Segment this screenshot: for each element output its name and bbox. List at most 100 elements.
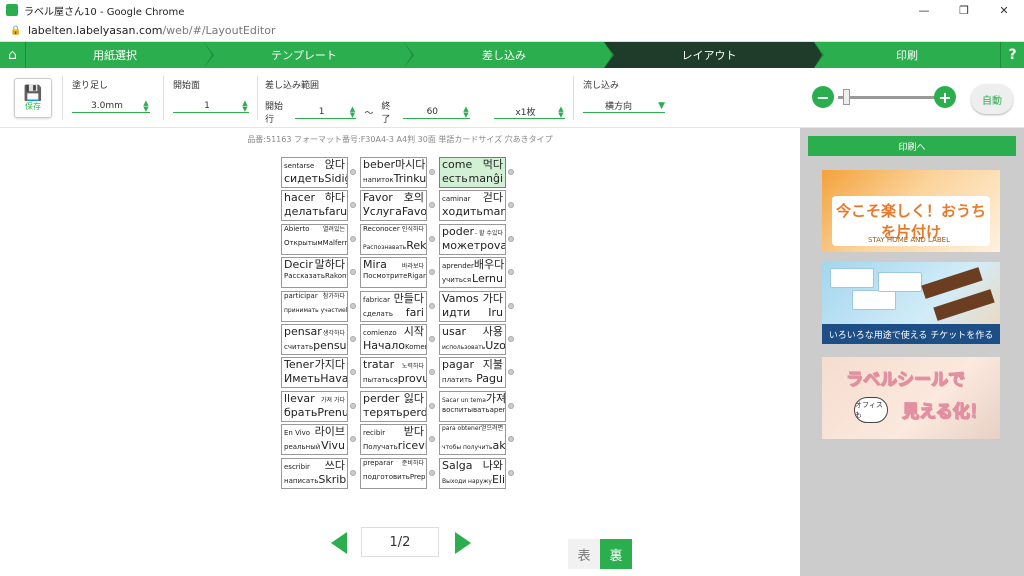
label-card[interactable]: Sacar un tema가져воспитыватьaperigu bbox=[439, 390, 506, 422]
card-word-ru: сидеть bbox=[284, 172, 325, 185]
punch-hole bbox=[508, 336, 514, 342]
label-card[interactable]: participar 참가하다 принимать участиеPartopren… bbox=[281, 290, 348, 322]
step-layout[interactable]: レイアウト bbox=[604, 42, 824, 68]
label-card[interactable]: Abierto 열려있는 ОткрытымMalfermita bbox=[281, 223, 348, 255]
card-word-ru: считать bbox=[284, 343, 314, 351]
card-word-eo: provu bbox=[397, 372, 427, 386]
label-card[interactable]: Mira 바라보다ПосмотритеRigardu bbox=[360, 257, 427, 289]
ticket-image bbox=[830, 268, 874, 288]
card-word-ru: чтобы получить bbox=[442, 444, 493, 452]
address-bar[interactable]: 🔒 labelten.labelyasan.com /web/#/LayoutE… bbox=[0, 20, 1024, 42]
label-card[interactable]: beber 마시다 напиток Trinku bbox=[360, 157, 427, 188]
card-word-es: come bbox=[442, 158, 473, 171]
card-word-es: pensar bbox=[284, 325, 322, 338]
label-card[interactable]: recibir 받다 Получать ricevi bbox=[360, 424, 427, 456]
pager: 1/2 bbox=[331, 527, 471, 559]
label-card[interactable]: come 먹다 есть manĝi bbox=[439, 157, 506, 188]
card-word-eo: faru bbox=[325, 205, 348, 219]
end-row-stepper[interactable]: 60 ▲ ▼ bbox=[402, 105, 470, 119]
bleed-stepper[interactable]: 3.0mm ▲ ▼ bbox=[72, 99, 150, 113]
step-paper-select[interactable]: 用紙選択 bbox=[26, 42, 214, 68]
url-host: labelten.labelyasan.com bbox=[28, 24, 163, 37]
step-template[interactable]: テンプレート bbox=[204, 42, 414, 68]
restore-button[interactable]: ❐ bbox=[944, 0, 984, 20]
home-icon[interactable]: ⌂ bbox=[0, 42, 26, 68]
card-word-ko: 준비하다 bbox=[401, 459, 424, 467]
card-word-eo: Vivu bbox=[321, 439, 345, 453]
merge-range-label: 差し込み範囲 bbox=[265, 81, 320, 91]
zoom-slider[interactable] bbox=[838, 96, 938, 99]
start-row-stepper[interactable]: 1 ▲ ▼ bbox=[294, 105, 357, 119]
card-word-ko: 시작 bbox=[403, 325, 424, 338]
card-word-ru: может bbox=[442, 238, 481, 252]
label-card[interactable]: Tener가지다ИметьHavas bbox=[281, 357, 348, 389]
card-word-ko: 라이브 bbox=[314, 425, 345, 439]
label-card[interactable]: Favor 호의УслугаFavoro bbox=[360, 190, 427, 222]
close-button[interactable]: ✕ bbox=[984, 0, 1024, 20]
copies-stepper[interactable]: x1枚 ▲ ▼ bbox=[493, 105, 565, 119]
card-word-eo: Eliri bbox=[491, 472, 506, 486]
start-face-stepper[interactable]: 1 ▲ ▼ bbox=[173, 99, 249, 113]
flow-select[interactable]: 横方向 ▼ bbox=[583, 99, 665, 113]
ad-banner-tidy-home[interactable]: 今こそ楽しく！おうちを片付け STAY HOME AND LABEL bbox=[822, 170, 1000, 252]
auto-button[interactable]: 自動 bbox=[971, 84, 1013, 114]
ad-banner-visualize[interactable]: ラベルシールで オフィスも 見える化！ bbox=[822, 357, 1000, 439]
label-card[interactable]: llevar 가져 가다 брать Prenu bbox=[281, 390, 348, 422]
label-card[interactable]: hacer 하다 делать faru bbox=[281, 190, 348, 222]
stepper-arrows-icon[interactable]: ▲ ▼ bbox=[557, 105, 565, 118]
label-card[interactable]: poder- 할 수있다можетpovas bbox=[439, 223, 506, 255]
step-label: 差し込み bbox=[482, 49, 526, 62]
zoom-in-button[interactable]: + bbox=[934, 86, 956, 108]
label-card[interactable]: Vamos 가다 идти Iru bbox=[439, 290, 506, 322]
card-word-ko: 쓰다 bbox=[324, 458, 345, 472]
card-word-es: participar bbox=[284, 291, 318, 300]
label-card[interactable]: para obtener얻으려면 чтобы получитьakiri bbox=[439, 424, 506, 456]
label-card[interactable]: comienzo 시작НачалоKomencu bbox=[360, 324, 427, 355]
label-card[interactable]: pensar 생각하다 считать pensu bbox=[281, 324, 348, 355]
card-word-eo: aperigu bbox=[489, 405, 506, 414]
card-word-eo: Rakonti bbox=[324, 272, 347, 281]
label-card[interactable]: pagar 지불 платить Pagu bbox=[439, 357, 506, 389]
stepper-arrows-icon[interactable]: ▲ ▼ bbox=[142, 99, 150, 112]
prev-page-button[interactable] bbox=[331, 532, 347, 554]
minimize-button[interactable]: — bbox=[904, 0, 944, 20]
punch-hole bbox=[429, 369, 435, 376]
next-page-button[interactable] bbox=[455, 532, 471, 554]
zoom-slider-handle[interactable] bbox=[843, 89, 850, 105]
zoom-out-button[interactable]: − bbox=[812, 86, 834, 108]
ad-banner-tickets[interactable]: いろいろな用途で使える チケットを作る bbox=[822, 262, 1000, 344]
step-merge[interactable]: 差し込み bbox=[404, 42, 614, 68]
stepper-arrows-icon[interactable]: ▲ ▼ bbox=[462, 105, 470, 118]
help-button[interactable]: ? bbox=[1000, 42, 1024, 68]
label-card[interactable]: Reconocer인식하다 РаспознаватьRekoni bbox=[360, 223, 427, 255]
card-word-es: poder bbox=[442, 224, 474, 238]
save-button[interactable]: 💾 保存 bbox=[14, 78, 52, 118]
label-card[interactable]: sentarse 앉다сидетьSidiĝu bbox=[281, 157, 348, 188]
card-word-ru: делать bbox=[284, 205, 326, 219]
back-side-button[interactable]: 裏 bbox=[600, 539, 632, 569]
label-card[interactable]: preparar 준비하다 подготовитьPreparu bbox=[360, 457, 427, 489]
step-print[interactable]: 印刷 bbox=[814, 42, 1000, 68]
label-card[interactable]: caminar 걷다ходитьmarŝi bbox=[439, 190, 506, 222]
card-word-eo: Lernu bbox=[472, 272, 503, 286]
label-card[interactable]: Salga 나와 Выходи наружуEliri bbox=[439, 457, 506, 489]
label-card[interactable]: perder잃다терятьperdas bbox=[360, 390, 427, 422]
label-card[interactable]: tratar 노력하다 пытаться provu bbox=[360, 357, 427, 389]
punch-hole bbox=[508, 302, 514, 309]
label-card[interactable]: Decir말하다РассказатьRakonti bbox=[281, 257, 348, 289]
front-side-button[interactable]: 表 bbox=[568, 539, 600, 569]
label-card[interactable]: usar 사용 использовать Uzo bbox=[439, 324, 506, 355]
go-to-print-button[interactable]: 印刷へ bbox=[808, 136, 1016, 156]
card-word-ru: Иметь bbox=[284, 372, 321, 386]
card-word-ru: напиток bbox=[363, 176, 394, 184]
stepper-arrows-icon[interactable]: ▲ ▼ bbox=[348, 105, 356, 118]
label-card[interactable]: escribir 쓰다 написатьSkribu bbox=[281, 457, 348, 489]
card-word-es: recibir bbox=[363, 429, 386, 438]
card-word-ko: - 할 수있다 bbox=[474, 229, 503, 237]
label-card[interactable]: aprender 배우다 учиться Lernu bbox=[439, 257, 506, 289]
step-label: レイアウト bbox=[681, 49, 737, 62]
stepper-arrows-icon[interactable]: ▲ ▼ bbox=[241, 99, 249, 112]
label-card[interactable]: fabricar 만들다 сделать fari bbox=[360, 290, 427, 322]
card-word-eo: ricevi bbox=[397, 439, 427, 453]
label-card[interactable]: En Vivo 라이브 реальный Vivu bbox=[281, 424, 348, 456]
